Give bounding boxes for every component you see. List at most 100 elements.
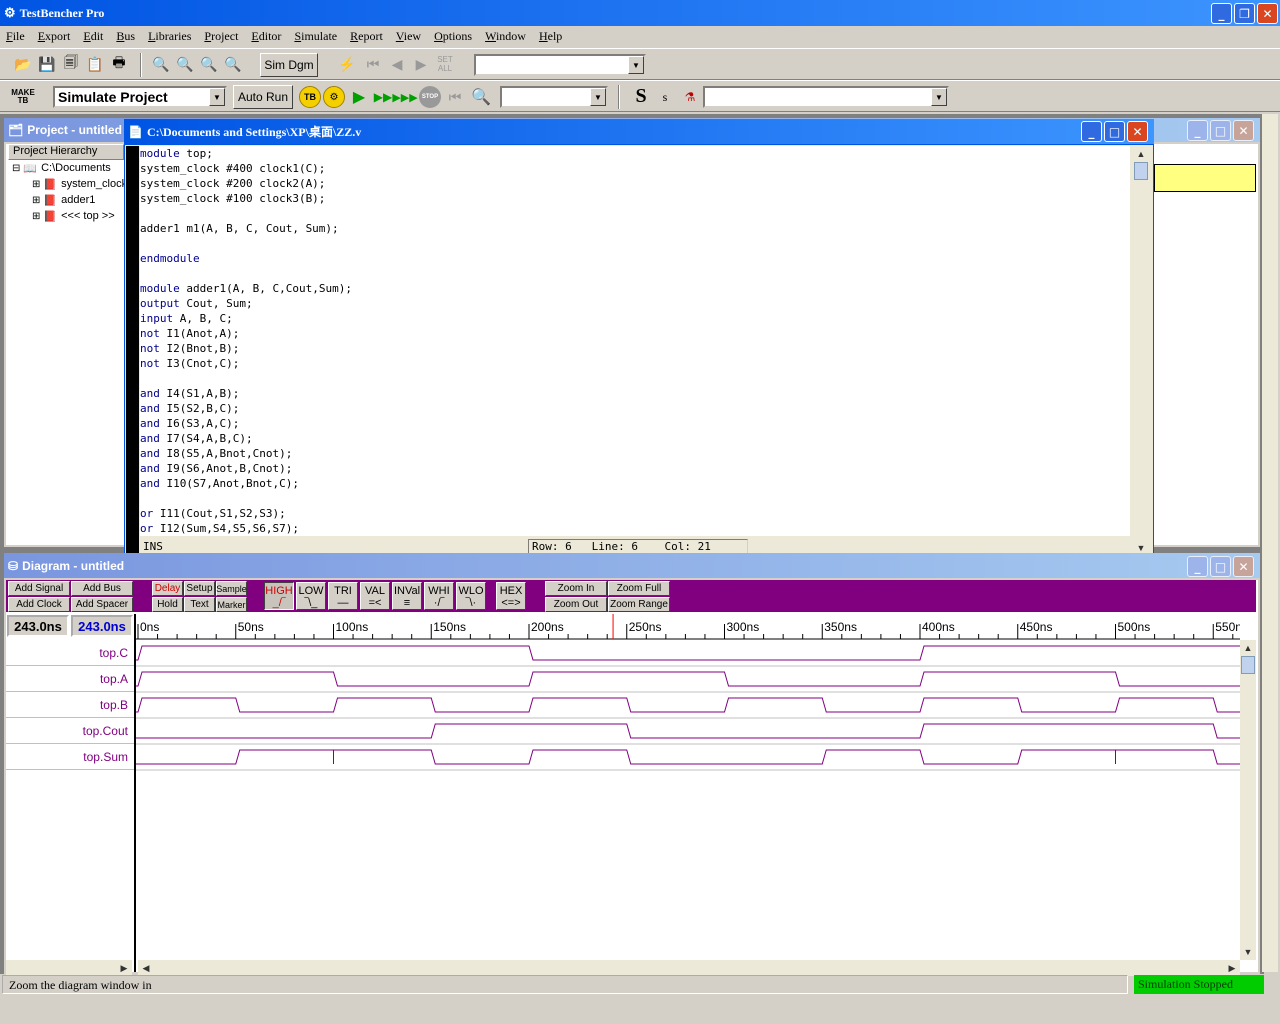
diagram-horizontal-scrollbar[interactable]: ◀ ▶ — [138, 960, 1240, 976]
zoom-out-button[interactable]: Zoom Out — [545, 597, 607, 612]
search-icon[interactable]: 🔍 — [470, 86, 492, 108]
diagram-vertical-scrollbar[interactable]: ▲ ▼ — [1240, 640, 1256, 960]
restore-icon[interactable]: ❐ — [1234, 3, 1255, 24]
marker-button[interactable]: Marker — [216, 597, 247, 612]
scroll-up-icon[interactable]: ▲ — [1133, 146, 1149, 162]
scroll-down-icon[interactable]: ▼ — [1240, 944, 1256, 960]
tree-item[interactable]: ⊞ 📕 <<< top >> — [32, 208, 124, 224]
signal-name[interactable]: top.A — [6, 666, 134, 692]
menu-libraries[interactable]: Libraries — [142, 29, 198, 44]
low-button[interactable]: LOW ‾\_ — [296, 582, 326, 610]
high-button[interactable]: HIGH _/‾ — [264, 582, 294, 610]
menu-project[interactable]: Project — [198, 29, 245, 44]
s-big-button[interactable]: S — [630, 85, 652, 107]
minimize-icon[interactable]: _ — [1211, 3, 1232, 24]
menu-export[interactable]: Export — [32, 29, 78, 44]
sim-dgm-button[interactable]: Sim Dgm — [260, 53, 318, 77]
tb-button[interactable]: TB — [299, 86, 321, 108]
whi-button[interactable]: WHI ·/‾ — [424, 582, 454, 610]
next-edge-icon[interactable]: ▶ — [410, 53, 432, 75]
inval-button[interactable]: INVal ≡ — [392, 582, 422, 610]
delay-button[interactable]: Delay — [152, 581, 183, 596]
toolbar-combo[interactable]: ▼ — [474, 54, 646, 76]
chevron-down-icon[interactable]: ▼ — [628, 56, 644, 74]
make-tb-button[interactable]: MAKE TB — [10, 86, 36, 108]
auto-run-button[interactable]: Auto Run — [233, 85, 293, 109]
expand-icon[interactable]: ⊞ — [32, 211, 40, 222]
code-editor[interactable]: module top; system_clock #400 clock1(C); s… — [140, 146, 1130, 536]
editor-vertical-scrollbar[interactable]: ▲ ▼ — [1133, 146, 1149, 556]
save-all-icon[interactable]: 🗐 — [60, 53, 82, 75]
scroll-thumb[interactable] — [1241, 656, 1255, 674]
print-icon[interactable]: 🖶 — [108, 53, 130, 75]
hierarchy-icon[interactable]: ⚙ — [323, 86, 345, 108]
waveform-area[interactable]: 0ns 50ns 100ns 150ns 200ns 250ns 300ns 350ns 400… — [136, 614, 1240, 960]
save-icon[interactable]: 💾 — [36, 53, 58, 75]
menu-options[interactable]: Options — [428, 29, 479, 44]
menu-bus[interactable]: Bus — [110, 29, 142, 44]
zoom-full-icon[interactable]: 🔍 — [222, 53, 244, 75]
menu-help[interactable]: Help — [533, 29, 569, 44]
scroll-right-icon[interactable]: ▶ — [1224, 960, 1240, 976]
prev-edge-icon[interactable]: ◀ — [386, 53, 408, 75]
scroll-right-icon[interactable]: ▶ — [116, 960, 132, 976]
tree-s-icon[interactable]: ⚗ — [679, 86, 701, 108]
wlo-button[interactable]: WLO ‾\· — [456, 582, 486, 610]
setup-button[interactable]: Setup — [184, 581, 215, 596]
text-button[interactable]: Text — [184, 597, 215, 612]
tri-button[interactable]: TRI — — [328, 582, 358, 610]
search-combo[interactable]: ▼ — [500, 86, 608, 108]
s-small-button[interactable]: s — [654, 86, 676, 108]
open-folder-icon[interactable]: 📂 — [12, 53, 34, 75]
project-combo[interactable]: Simulate Project ▼ — [53, 86, 227, 108]
signal-name[interactable]: top.C — [6, 640, 134, 666]
first-edge-icon[interactable]: ⏮ — [362, 53, 384, 75]
scroll-up-icon[interactable]: ▲ — [1240, 640, 1256, 656]
maximize-icon[interactable]: □ — [1104, 121, 1125, 142]
names-horizontal-scrollbar[interactable]: ▶ — [6, 960, 132, 976]
val-button[interactable]: VAL =< — [360, 582, 390, 610]
close-icon[interactable]: ✕ — [1233, 556, 1254, 577]
rewind-icon[interactable]: ⏮ — [444, 86, 466, 108]
zoom-in-button[interactable]: Zoom In — [545, 581, 607, 596]
zoom-range-button[interactable]: Zoom Range — [608, 597, 670, 612]
tree-item[interactable]: ⊟ 📖 C:\Documents — [12, 160, 124, 176]
zoom-in-icon[interactable]: 🔍 — [150, 53, 172, 75]
tree-item[interactable]: ⊞ 📕 system_clock — [32, 176, 124, 192]
close-icon[interactable]: ✕ — [1127, 121, 1148, 142]
maximize-icon[interactable]: □ — [1210, 120, 1231, 141]
minimize-icon[interactable]: _ — [1081, 121, 1102, 142]
add-spacer-button[interactable]: Add Spacer — [71, 597, 133, 612]
set-all-button[interactable]: SET ALL — [432, 53, 458, 75]
expand-icon[interactable]: ⊞ — [32, 195, 40, 206]
run-all-icon[interactable]: ▶▶▶ — [392, 86, 417, 108]
signal-combo[interactable]: ▼ — [703, 86, 949, 108]
close-icon[interactable]: ✕ — [1257, 3, 1278, 24]
menu-window[interactable]: Window — [479, 29, 533, 44]
menu-simulate[interactable]: Simulate — [288, 29, 344, 44]
tree-item[interactable]: ⊞ 📕 adder1 — [32, 192, 124, 208]
menu-editor[interactable]: Editor — [245, 29, 288, 44]
mdi-vertical-scrollbar[interactable] — [1262, 114, 1278, 972]
hex-button[interactable]: HEX <=> — [496, 582, 526, 610]
menu-edit[interactable]: Edit — [77, 29, 110, 44]
minimize-icon[interactable]: _ — [1187, 556, 1208, 577]
scroll-thumb[interactable] — [1134, 162, 1148, 180]
maximize-icon[interactable]: □ — [1210, 556, 1231, 577]
stop-button[interactable]: STOP — [419, 86, 441, 108]
chevron-down-icon[interactable]: ▼ — [931, 88, 947, 106]
expand-icon[interactable]: ⊞ — [32, 179, 40, 190]
zoom-range-icon[interactable]: 🔍 — [198, 53, 220, 75]
close-icon[interactable]: ✕ — [1233, 120, 1254, 141]
add-signal-button[interactable]: Add Signal — [8, 581, 70, 596]
menu-file[interactable]: File — [0, 29, 32, 44]
copy-ole-icon[interactable]: 📋 — [84, 53, 106, 75]
chevron-down-icon[interactable]: ▼ — [590, 88, 606, 106]
menu-report[interactable]: Report — [344, 29, 390, 44]
project-hierarchy-tab[interactable]: Project Hierarchy — [8, 144, 124, 160]
sample-button[interactable]: Sample — [216, 581, 247, 596]
minimize-icon[interactable]: _ — [1187, 120, 1208, 141]
signal-name[interactable]: top.Cout — [6, 718, 134, 744]
run-icon[interactable]: ▶ — [348, 86, 370, 108]
signal-name[interactable]: top.B — [6, 692, 134, 718]
